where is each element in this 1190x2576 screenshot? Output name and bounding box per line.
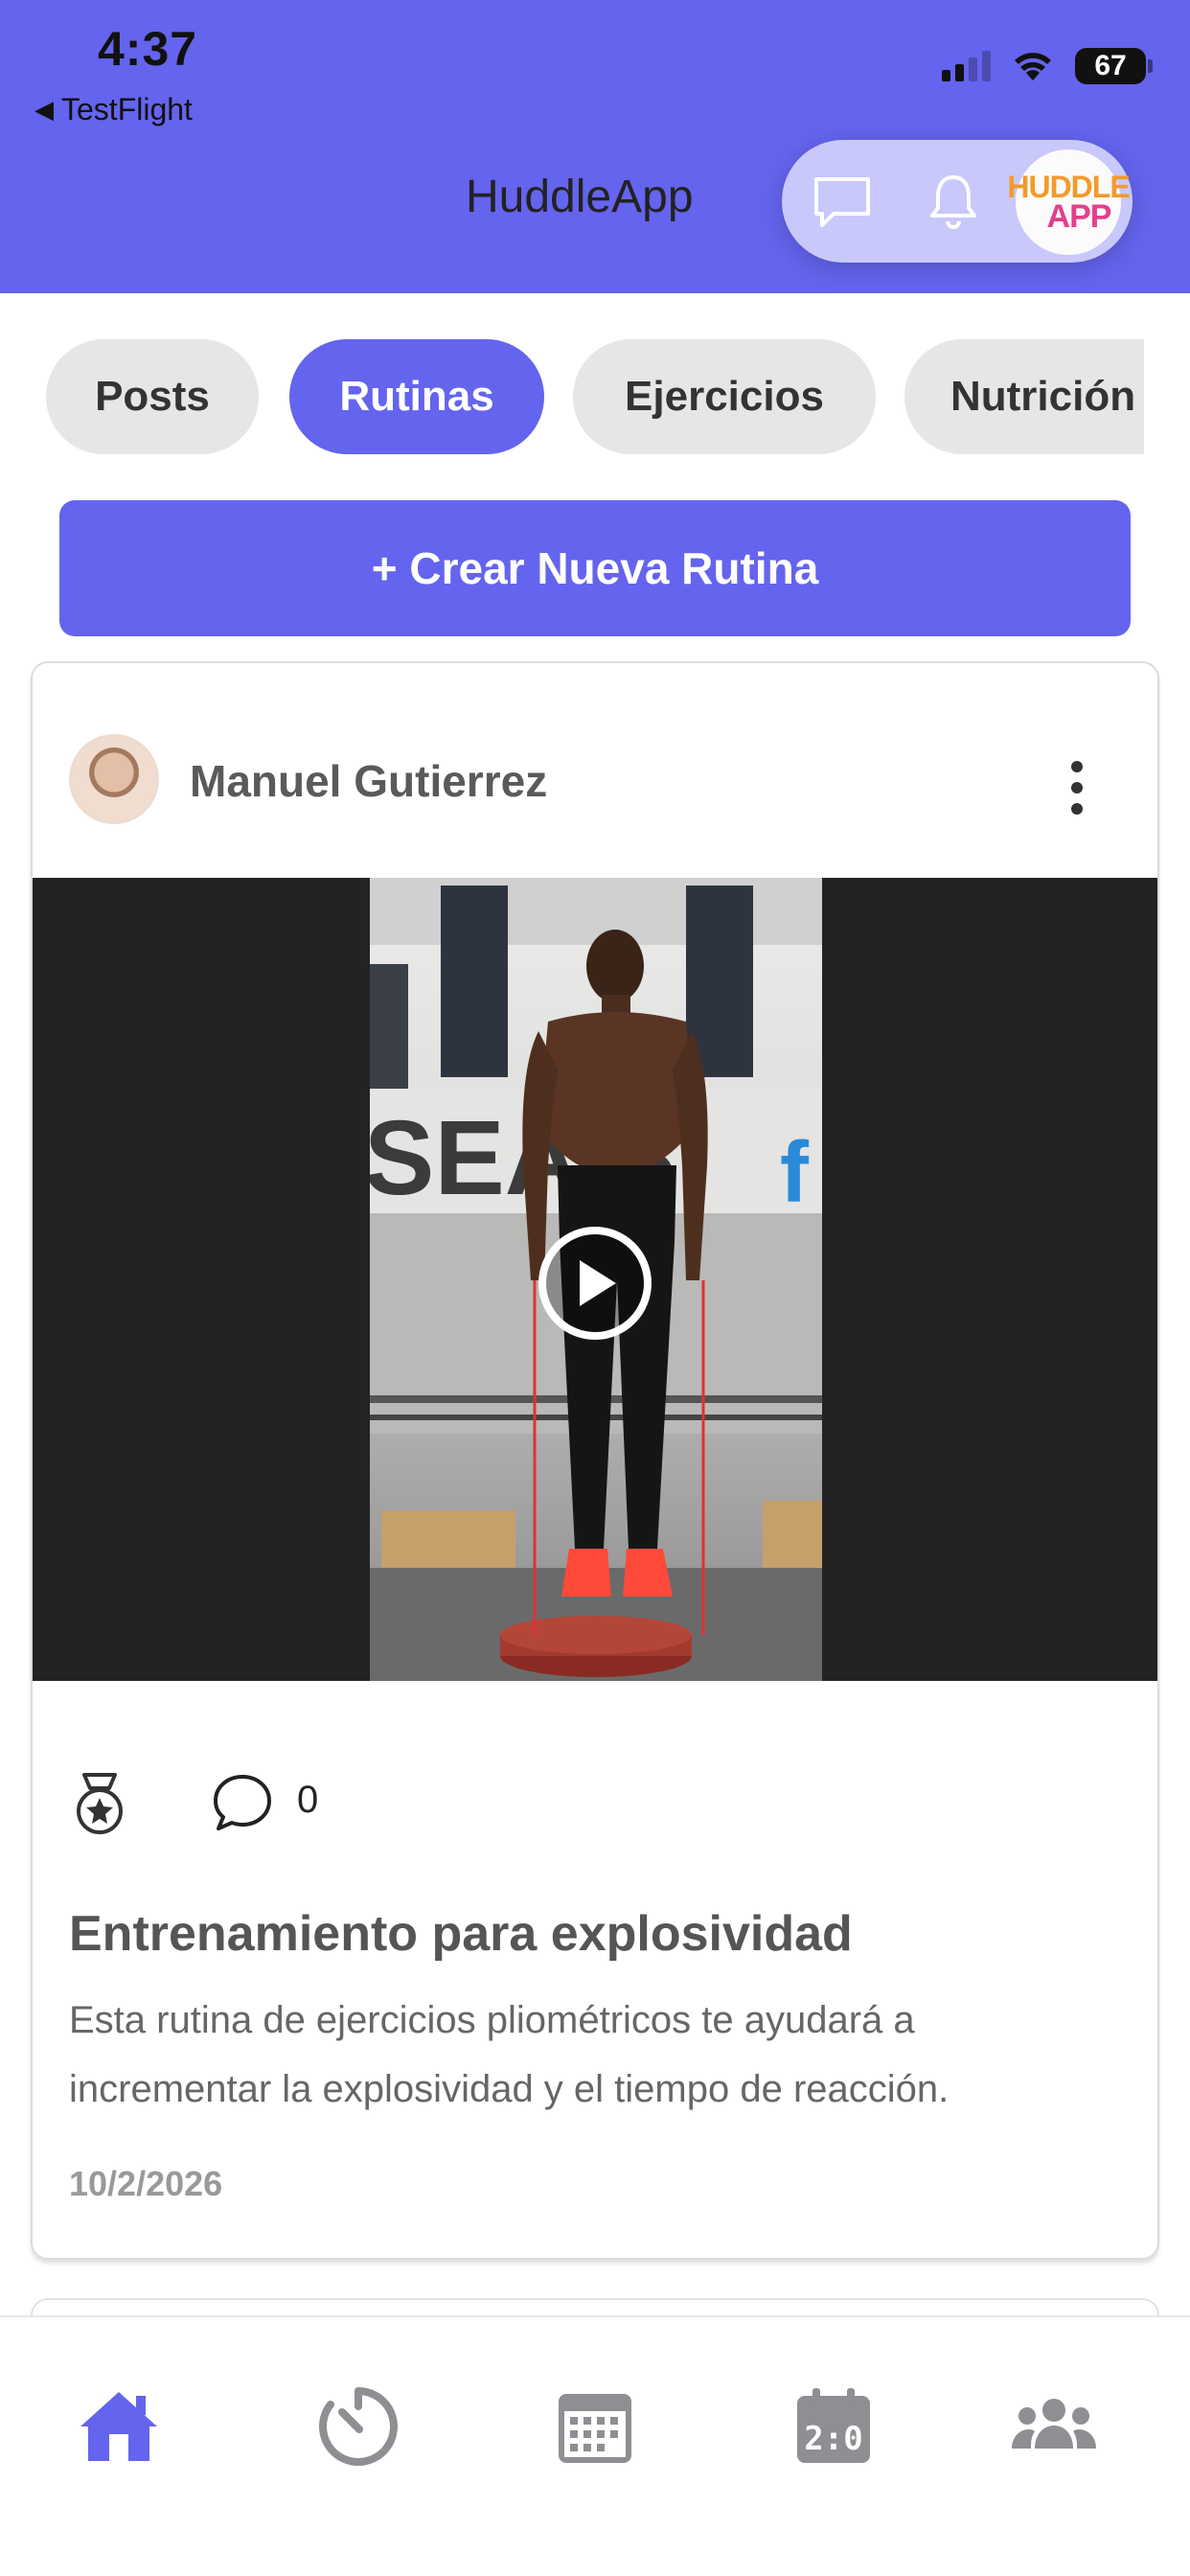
nav-calendar[interactable]: [538, 2369, 652, 2484]
profile-avatar-logo[interactable]: HUDDLE APP: [1007, 150, 1131, 255]
author-name[interactable]: Manuel Gutierrez: [190, 755, 547, 807]
logo-text-app: APP: [1046, 198, 1112, 236]
more-options-icon[interactable]: [1067, 761, 1087, 815]
svg-text:2:0: 2:0: [804, 2420, 862, 2458]
bottom-navigation: 2:0: [0, 2315, 1190, 2576]
chat-button[interactable]: [809, 169, 876, 236]
routine-date: 10/2/2026: [69, 2164, 223, 2203]
community-icon: [1012, 2399, 1096, 2449]
header-actions: HUDDLE APP: [782, 140, 1133, 263]
logo-text-huddle: HUDDLE: [1007, 169, 1130, 204]
video-player[interactable]: SEA S f: [33, 878, 1157, 1681]
tab-nutricion[interactable]: Nutrición: [904, 339, 1144, 454]
category-tabs: Posts Rutinas Ejercicios Nutrición: [0, 339, 1144, 454]
tab-rutinas[interactable]: Rutinas: [289, 339, 544, 454]
nav-community[interactable]: [996, 2369, 1111, 2484]
play-icon: [580, 1260, 616, 1306]
tab-ejercicios[interactable]: Ejercicios: [573, 339, 876, 454]
comment-count: 0: [297, 1779, 319, 1821]
wifi-icon: [1015, 53, 1051, 80]
nav-home[interactable]: [61, 2369, 176, 2484]
back-to-testflight[interactable]: ◀ TestFlight: [34, 92, 193, 127]
tab-label: Nutrición: [950, 373, 1136, 420]
app-title: HuddleApp: [466, 172, 694, 222]
notifications-button[interactable]: [920, 169, 987, 236]
back-arrow-icon: ◀: [34, 95, 54, 124]
card-actions: 0: [33, 1761, 1157, 1848]
status-icons: 67: [942, 48, 1153, 84]
nav-timer[interactable]: [301, 2369, 416, 2484]
routine-title: Entrenamiento para explosividad: [69, 1906, 853, 1962]
routine-card: Manuel Gutierrez SEA S f: [31, 661, 1159, 2260]
tab-posts[interactable]: Posts: [46, 339, 259, 454]
svg-text:f: f: [780, 1125, 810, 1221]
tab-label: Ejercicios: [625, 373, 824, 420]
create-routine-button[interactable]: + Crear Nueva Rutina: [59, 500, 1131, 636]
status-time: 4:37: [98, 22, 198, 76]
home-icon: [80, 2392, 157, 2461]
card-header: Manuel Gutierrez: [33, 663, 1157, 878]
play-button[interactable]: [538, 1227, 652, 1340]
timer-icon: [318, 2387, 398, 2466]
routine-description: Esta rutina de ejercicios pliométricos t…: [69, 1999, 950, 2110]
battery-indicator: 67: [1075, 48, 1153, 84]
bell-icon: [930, 175, 976, 229]
tab-label: Posts: [95, 373, 210, 420]
author-avatar[interactable]: [69, 734, 159, 824]
tab-label: Rutinas: [339, 373, 494, 420]
scoreboard-icon: 2:0: [797, 2388, 870, 2463]
nav-scoreboard[interactable]: 2:0: [776, 2369, 891, 2484]
calendar-icon: [559, 2394, 631, 2463]
back-app-label: TestFlight: [61, 92, 193, 126]
chat-icon: [814, 177, 870, 227]
app-header: 4:37 ◀ TestFlight 67 HuddleApp HUDDLE AP…: [0, 0, 1190, 293]
cellular-signal-icon: [942, 51, 991, 81]
comment-icon[interactable]: [211, 1771, 274, 1834]
medal-icon[interactable]: [71, 1771, 128, 1838]
